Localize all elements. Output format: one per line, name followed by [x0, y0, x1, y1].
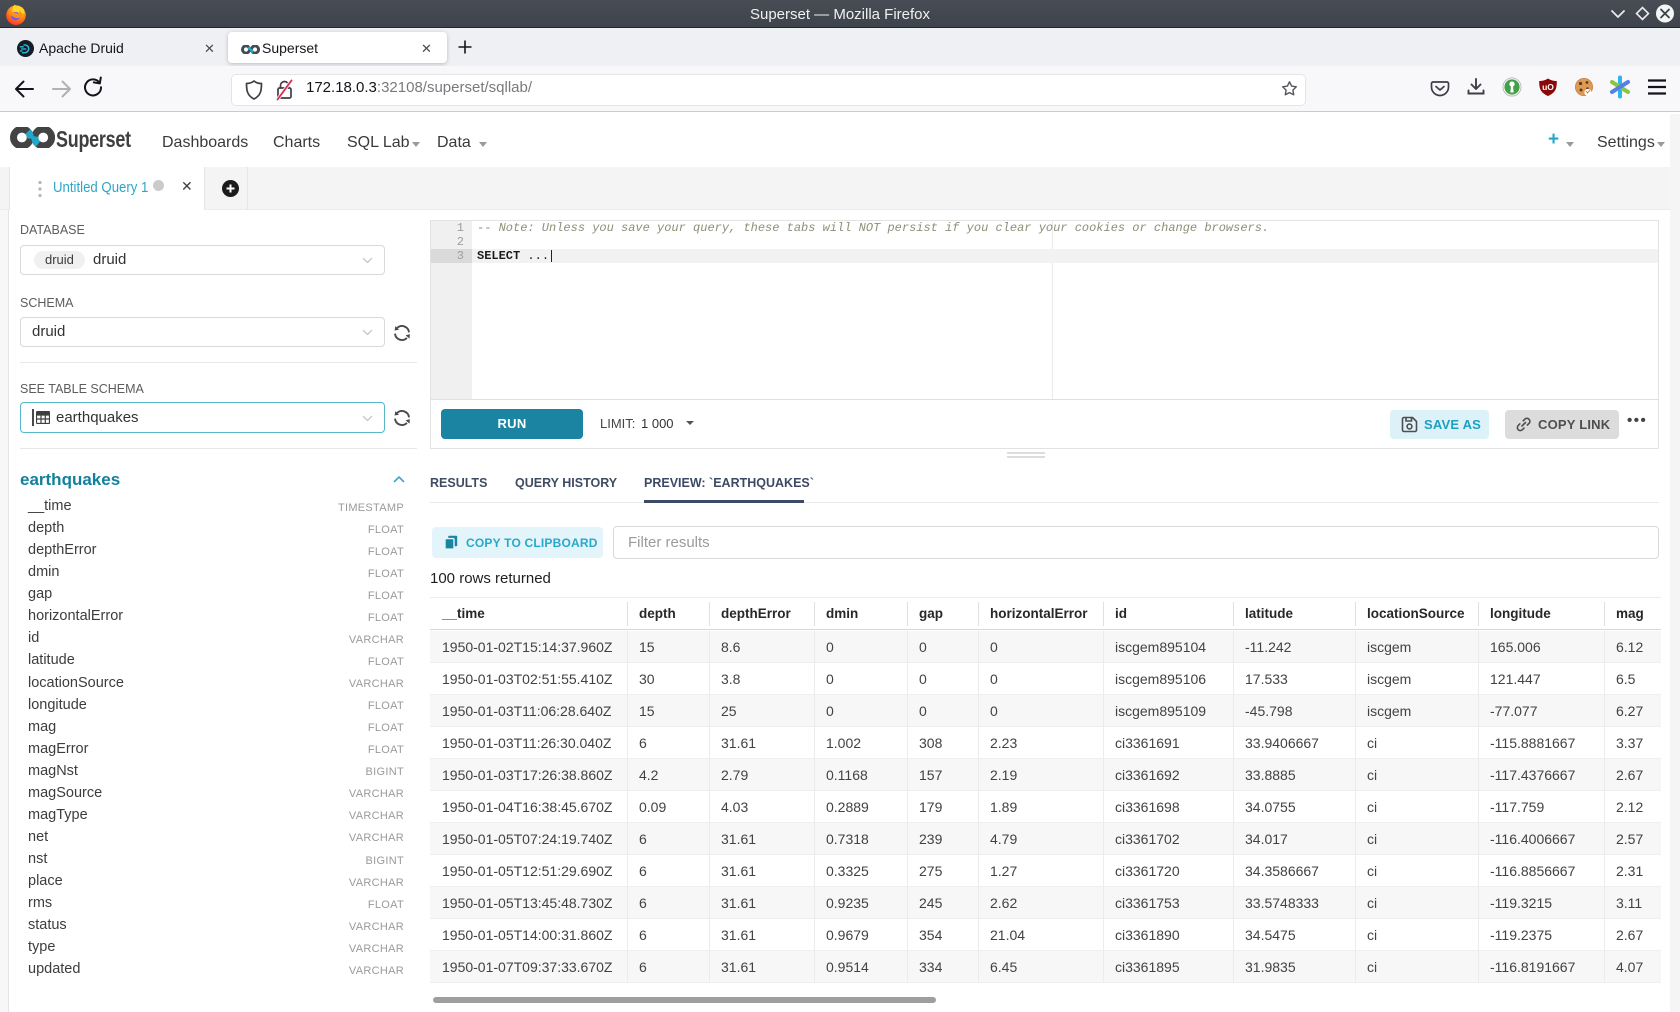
- svg-text:uO: uO: [1542, 82, 1554, 92]
